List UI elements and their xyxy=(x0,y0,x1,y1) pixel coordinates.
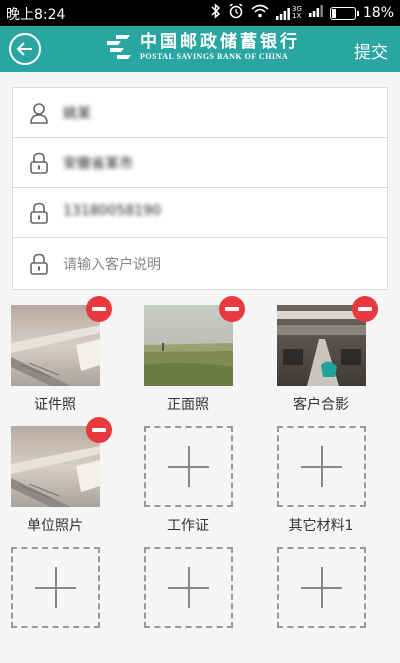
add-photo-slot[interactable]: 工作证 xyxy=(133,417,253,542)
photo-thumbnail[interactable] xyxy=(11,426,100,507)
add-photo-button[interactable] xyxy=(277,547,366,628)
psbc-logo-icon xyxy=(107,35,131,59)
wifi-icon xyxy=(251,4,269,22)
description-input[interactable]: 请输入客户说明 xyxy=(63,254,161,274)
address-value: 安徽省某市 xyxy=(63,156,133,172)
back-button[interactable] xyxy=(9,33,41,65)
network-type-bottom: 1X xyxy=(291,12,302,20)
photo-label: 客户合影 xyxy=(293,397,349,413)
name-value: 姚某 xyxy=(63,106,91,122)
photo-label: 其它材料1 xyxy=(288,518,354,534)
add-photo-button[interactable] xyxy=(277,426,366,507)
bank-name-en: POSTAL SAVINGS BANK OF CHINA xyxy=(140,52,289,61)
photo-label: 单位照片 xyxy=(27,518,83,534)
battery-icon xyxy=(329,6,359,20)
bank-name-cn: 中国邮政储蓄银行 xyxy=(140,32,300,52)
remove-photo-button[interactable] xyxy=(219,296,245,322)
add-photo-button[interactable] xyxy=(144,426,233,507)
lock-icon xyxy=(30,202,48,224)
photo-slot[interactable]: 单位照片 xyxy=(0,417,120,542)
photo-slot[interactable]: 证件照 xyxy=(0,296,120,421)
network-type-label: 3G 1X xyxy=(292,6,302,20)
status-time: 晚上8:24 xyxy=(6,7,66,23)
name-field[interactable]: 姚某 xyxy=(13,88,387,138)
remove-photo-button[interactable] xyxy=(352,296,378,322)
photo-label: 正面照 xyxy=(167,397,209,413)
lock-icon xyxy=(30,253,48,275)
user-icon xyxy=(30,103,48,124)
photo-slot[interactable]: 正面照 xyxy=(133,296,253,421)
photo-slot[interactable]: 客户合影 xyxy=(266,296,386,421)
description-field[interactable]: 请输入客户说明 xyxy=(13,239,387,289)
address-field[interactable]: 安徽省某市 xyxy=(13,138,387,188)
battery-percent: 18% xyxy=(362,5,394,21)
customer-form: 姚某 安徽省某市 13180058190 请输入客户说明 xyxy=(12,87,388,290)
add-photo-button[interactable] xyxy=(11,547,100,628)
add-photo-slot[interactable] xyxy=(266,538,386,663)
bank-logo: 中国邮政储蓄银行 POSTAL SAVINGS BANK OF CHINA xyxy=(104,32,300,62)
alarm-icon xyxy=(228,3,244,23)
submit-button[interactable]: 提交 xyxy=(354,38,388,63)
phone-field[interactable]: 13180058190 xyxy=(13,188,387,238)
remove-photo-button[interactable] xyxy=(86,296,112,322)
lock-icon xyxy=(30,152,48,174)
status-bar: 晚上8:24 3G 1X 18% xyxy=(0,0,400,26)
photo-thumbnail[interactable] xyxy=(11,305,100,386)
bluetooth-icon xyxy=(211,3,221,23)
battery-fill xyxy=(331,8,336,18)
photo-label: 证件照 xyxy=(34,397,76,413)
add-photo-slot[interactable]: 其它材料1 xyxy=(266,417,386,542)
app-bar: 中国邮政储蓄银行 POSTAL SAVINGS BANK OF CHINA 提交 xyxy=(0,26,400,72)
signal-icon xyxy=(308,5,323,21)
add-photo-slot[interactable] xyxy=(133,538,253,663)
add-photo-slot[interactable] xyxy=(0,538,120,663)
photo-thumbnail[interactable] xyxy=(277,305,366,386)
phone-value: 13180058190 xyxy=(63,203,161,219)
add-photo-button[interactable] xyxy=(144,547,233,628)
photo-label: 工作证 xyxy=(167,518,209,534)
photo-thumbnail[interactable] xyxy=(144,305,233,386)
arrow-left-icon xyxy=(16,42,32,56)
status-icons: 3G 1X 18% xyxy=(211,3,394,23)
signal-3g-icon: 3G 1X xyxy=(275,6,302,20)
remove-photo-button[interactable] xyxy=(86,417,112,443)
